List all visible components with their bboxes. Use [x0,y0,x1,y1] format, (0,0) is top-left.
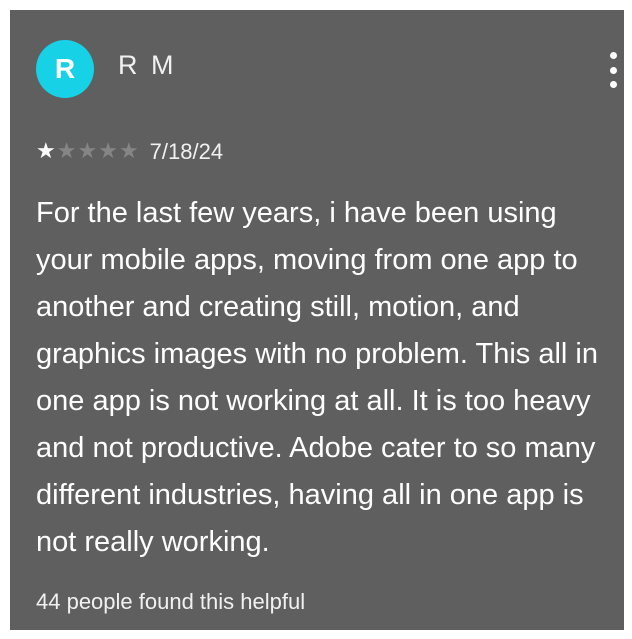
helpful-count: 44 people found this helpful [36,589,306,614]
review-card: R R M ★ ★ ★ ★ ★ 7/18/24 For the last few yea… [10,10,624,630]
review-date: 7/18/24 [149,139,224,164]
author-name: R M [118,50,177,80]
more-vert-icon-dot [609,81,617,88]
star-empty-icon: ★ [118,139,139,164]
more-vert-icon-dot [609,66,617,74]
rating-row: ★ ★ ★ ★ ★ 7/18/24 [36,140,223,164]
star-empty-icon: ★ [56,139,77,164]
star-empty-icon: ★ [77,139,98,164]
more-vert-icon [609,52,617,59]
star-filled-icon: ★ [36,139,56,164]
star-empty-icon: ★ [98,139,118,164]
avatar: R [36,40,94,98]
star-rating: ★ ★ ★ ★ ★ [36,141,140,163]
review-text: For the last few years, i have been usin… [36,197,599,558]
avatar-initial: R [54,53,76,84]
more-options-button[interactable] [606,52,620,88]
